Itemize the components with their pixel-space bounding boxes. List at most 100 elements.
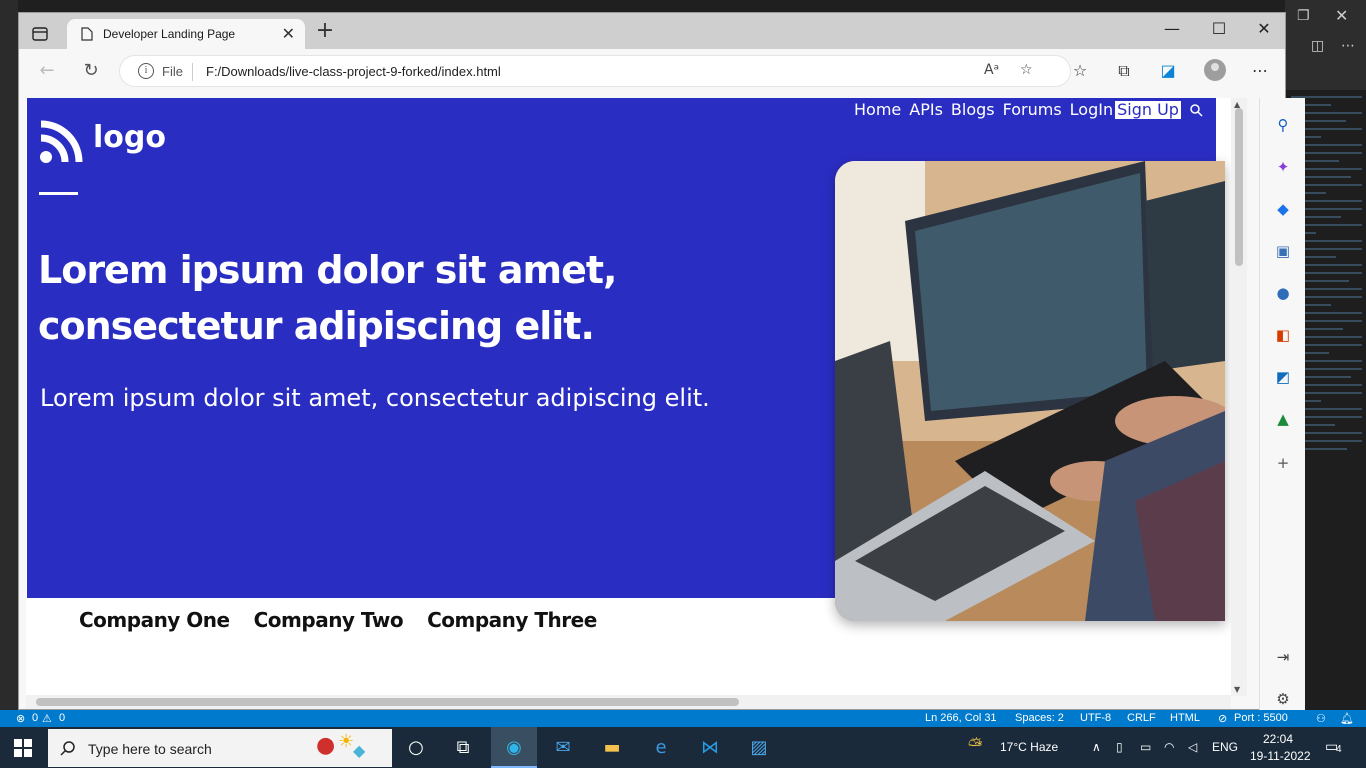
editor-left-strip <box>0 0 18 710</box>
sidebar-games-icon[interactable]: ● <box>1274 284 1292 302</box>
signup-button[interactable]: Sign Up <box>1115 101 1181 119</box>
search-highlight-apple-icon: ● <box>316 733 336 758</box>
sidebar-office-icon[interactable]: ◧ <box>1274 326 1292 344</box>
wifi-icon[interactable]: ◠ <box>1164 740 1174 754</box>
address-separator <box>192 63 193 81</box>
address-bar[interactable]: i File F:/Downloads/live-class-project-9… <box>119 55 1071 87</box>
task-view-icon[interactable]: ⧉ <box>450 735 476 761</box>
nav-blogs[interactable]: Blogs <box>951 101 995 119</box>
favorites-icon[interactable]: ☆ <box>1069 61 1091 80</box>
refresh-button[interactable]: ↻ <box>77 59 105 83</box>
sidebar-tools-icon[interactable]: ▣ <box>1274 242 1292 260</box>
cursor-position[interactable]: Ln 266, Col 31 <box>925 712 997 724</box>
address-prefix: File <box>162 64 183 79</box>
search-icon[interactable] <box>1189 103 1203 117</box>
back-button[interactable]: ← <box>33 59 61 83</box>
nav-home[interactable]: Home <box>854 101 901 119</box>
tab-strip: Developer Landing Page ✕ + — ☐ ✕ <box>19 13 1285 49</box>
language-mode[interactable]: HTML <box>1170 712 1200 724</box>
profile-avatar[interactable] <box>1204 59 1226 81</box>
sidebar-outlook-icon[interactable]: ◩ <box>1274 368 1292 386</box>
clock-date[interactable]: 19-11-2022 <box>1250 749 1311 763</box>
taskbar-search-box[interactable]: Type here to search ● ☀ ◆ <box>48 729 392 767</box>
hero-headline: Lorem ipsum dolor sit amet, consectetur … <box>38 248 617 348</box>
sidebar-add-icon[interactable]: + <box>1274 454 1292 472</box>
weather-icon[interactable]: ⛅︎ <box>968 735 982 756</box>
clock-time[interactable]: 22:04 <box>1263 732 1293 746</box>
cortana-icon[interactable]: ○ <box>403 735 429 761</box>
search-highlight-sun-icon: ☀ <box>338 731 355 752</box>
hero-developer-image <box>835 161 1225 621</box>
add-favorite-icon[interactable]: ☆ <box>1020 62 1033 78</box>
browser-toolbar: ← ↻ i File F:/Downloads/live-class-proje… <box>19 49 1285 93</box>
companies-row: Company One Company Two Company Three <box>79 608 597 632</box>
url-text[interactable]: F:/Downloads/live-class-project-9-forked… <box>206 64 501 79</box>
encoding[interactable]: UTF-8 <box>1080 712 1111 724</box>
feedback-icon[interactable]: ⚇ <box>1316 712 1326 725</box>
vertical-scrollbar[interactable]: ▲ ▼ <box>1231 98 1247 696</box>
sidebar-copilot-icon[interactable]: ✦ <box>1274 158 1292 176</box>
horizontal-scroll-thumb[interactable] <box>36 698 739 706</box>
tab-actions-button[interactable] <box>29 23 55 45</box>
sidebar-hide-icon[interactable]: ⇥ <box>1274 648 1292 666</box>
warnings-icon[interactable]: ⚠ <box>42 712 52 725</box>
company-two: Company Two <box>253 608 404 632</box>
collections-icon[interactable]: ⧉ <box>1113 61 1135 81</box>
settings-more-icon[interactable]: ⋯ <box>1249 61 1271 80</box>
notification-count[interactable]: 4 <box>1336 744 1342 755</box>
vscode-taskbar-icon[interactable]: ⋈ <box>697 735 723 761</box>
edge-taskbar-icon[interactable]: ◉ <box>501 735 527 761</box>
photos-taskbar-icon[interactable]: ▨ <box>746 735 772 761</box>
company-three: Company Three <box>427 608 597 632</box>
indent-setting[interactable]: Spaces: 2 <box>1015 712 1064 724</box>
close-window-button[interactable]: ✕ <box>1249 19 1279 38</box>
editor-topbar: ❐ ✕ ◫ ⋯ <box>1285 0 1366 90</box>
file-explorer-taskbar-icon[interactable]: ▬ <box>599 735 625 761</box>
logo-text[interactable]: logo <box>93 120 166 155</box>
top-nav: Home APIs Blogs Forums LogIn Sign Up <box>854 101 1203 119</box>
horizontal-scrollbar[interactable] <box>26 695 1231 709</box>
notifications-bell-icon[interactable]: 🔔︎ <box>1340 712 1354 725</box>
tab-title: Developer Landing Page <box>103 27 236 41</box>
nav-login[interactable]: LogIn <box>1070 101 1113 119</box>
tab-developer-landing-page[interactable]: Developer Landing Page ✕ <box>67 19 305 49</box>
sidebar-settings-icon[interactable]: ⚙ <box>1274 690 1292 708</box>
weather-text[interactable]: 17°C Haze <box>1000 740 1058 754</box>
internet-explorer-taskbar-icon[interactable]: e <box>648 735 674 761</box>
eol[interactable]: CRLF <box>1127 712 1156 724</box>
mail-taskbar-icon[interactable]: ✉ <box>550 735 576 761</box>
page-viewport: logo Lorem ipsum dolor sit amet, consect… <box>26 98 1231 695</box>
tray-chevron-icon[interactable]: ∧ <box>1092 740 1101 754</box>
nav-apis[interactable]: APIs <box>909 101 943 119</box>
sidebar-search-icon[interactable]: ⚲ <box>1274 116 1292 134</box>
maximize-button[interactable]: ☐ <box>1204 19 1234 38</box>
edge-sidebar: ⚲ ✦ ◆ ▣ ● ◧ ◩ ▲ + ⇥ ⚙ <box>1259 98 1305 711</box>
errors-icon[interactable]: ⊗ <box>16 712 25 725</box>
language-indicator[interactable]: ENG <box>1212 740 1238 754</box>
tray-device-icon[interactable]: ▯ <box>1116 740 1123 754</box>
windows-start-icon[interactable] <box>14 739 32 757</box>
volume-icon[interactable]: ◁ <box>1188 740 1197 754</box>
vertical-scroll-thumb[interactable] <box>1235 108 1243 266</box>
warnings-count[interactable]: 0 <box>59 712 65 724</box>
info-icon[interactable]: i <box>138 63 154 79</box>
nav-forums[interactable]: Forums <box>1003 101 1062 119</box>
new-tab-button[interactable]: + <box>313 20 337 42</box>
battery-icon[interactable]: ▭ <box>1140 740 1151 754</box>
read-aloud-icon[interactable]: A͏ᵃ <box>984 62 999 78</box>
taskbar-search-icon <box>60 741 75 756</box>
hero-section: logo Lorem ipsum dolor sit amet, consect… <box>27 98 1225 621</box>
edge-extension-icon[interactable]: ◪ <box>1157 61 1179 80</box>
sidebar-tree-icon[interactable]: ▲ <box>1274 410 1292 428</box>
vscode-status-bar: ⊗ 0 ⚠ 0 Ln 266, Col 31 Spaces: 2 UTF-8 C… <box>0 710 1366 727</box>
minimize-button[interactable]: — <box>1157 19 1187 38</box>
browser-window: Developer Landing Page ✕ + — ☐ ✕ ← ↻ i F… <box>18 12 1305 711</box>
close-tab-icon[interactable]: ✕ <box>282 24 295 43</box>
taskbar-search-placeholder: Type here to search <box>88 741 212 757</box>
company-one: Company One <box>79 608 230 632</box>
live-server-port[interactable]: Port : 5500 <box>1234 712 1288 724</box>
port-icon[interactable]: ⊘ <box>1218 712 1227 725</box>
errors-count[interactable]: 0 <box>32 712 38 724</box>
sidebar-shopping-icon[interactable]: ◆ <box>1274 200 1292 218</box>
logo-underline <box>39 192 78 195</box>
